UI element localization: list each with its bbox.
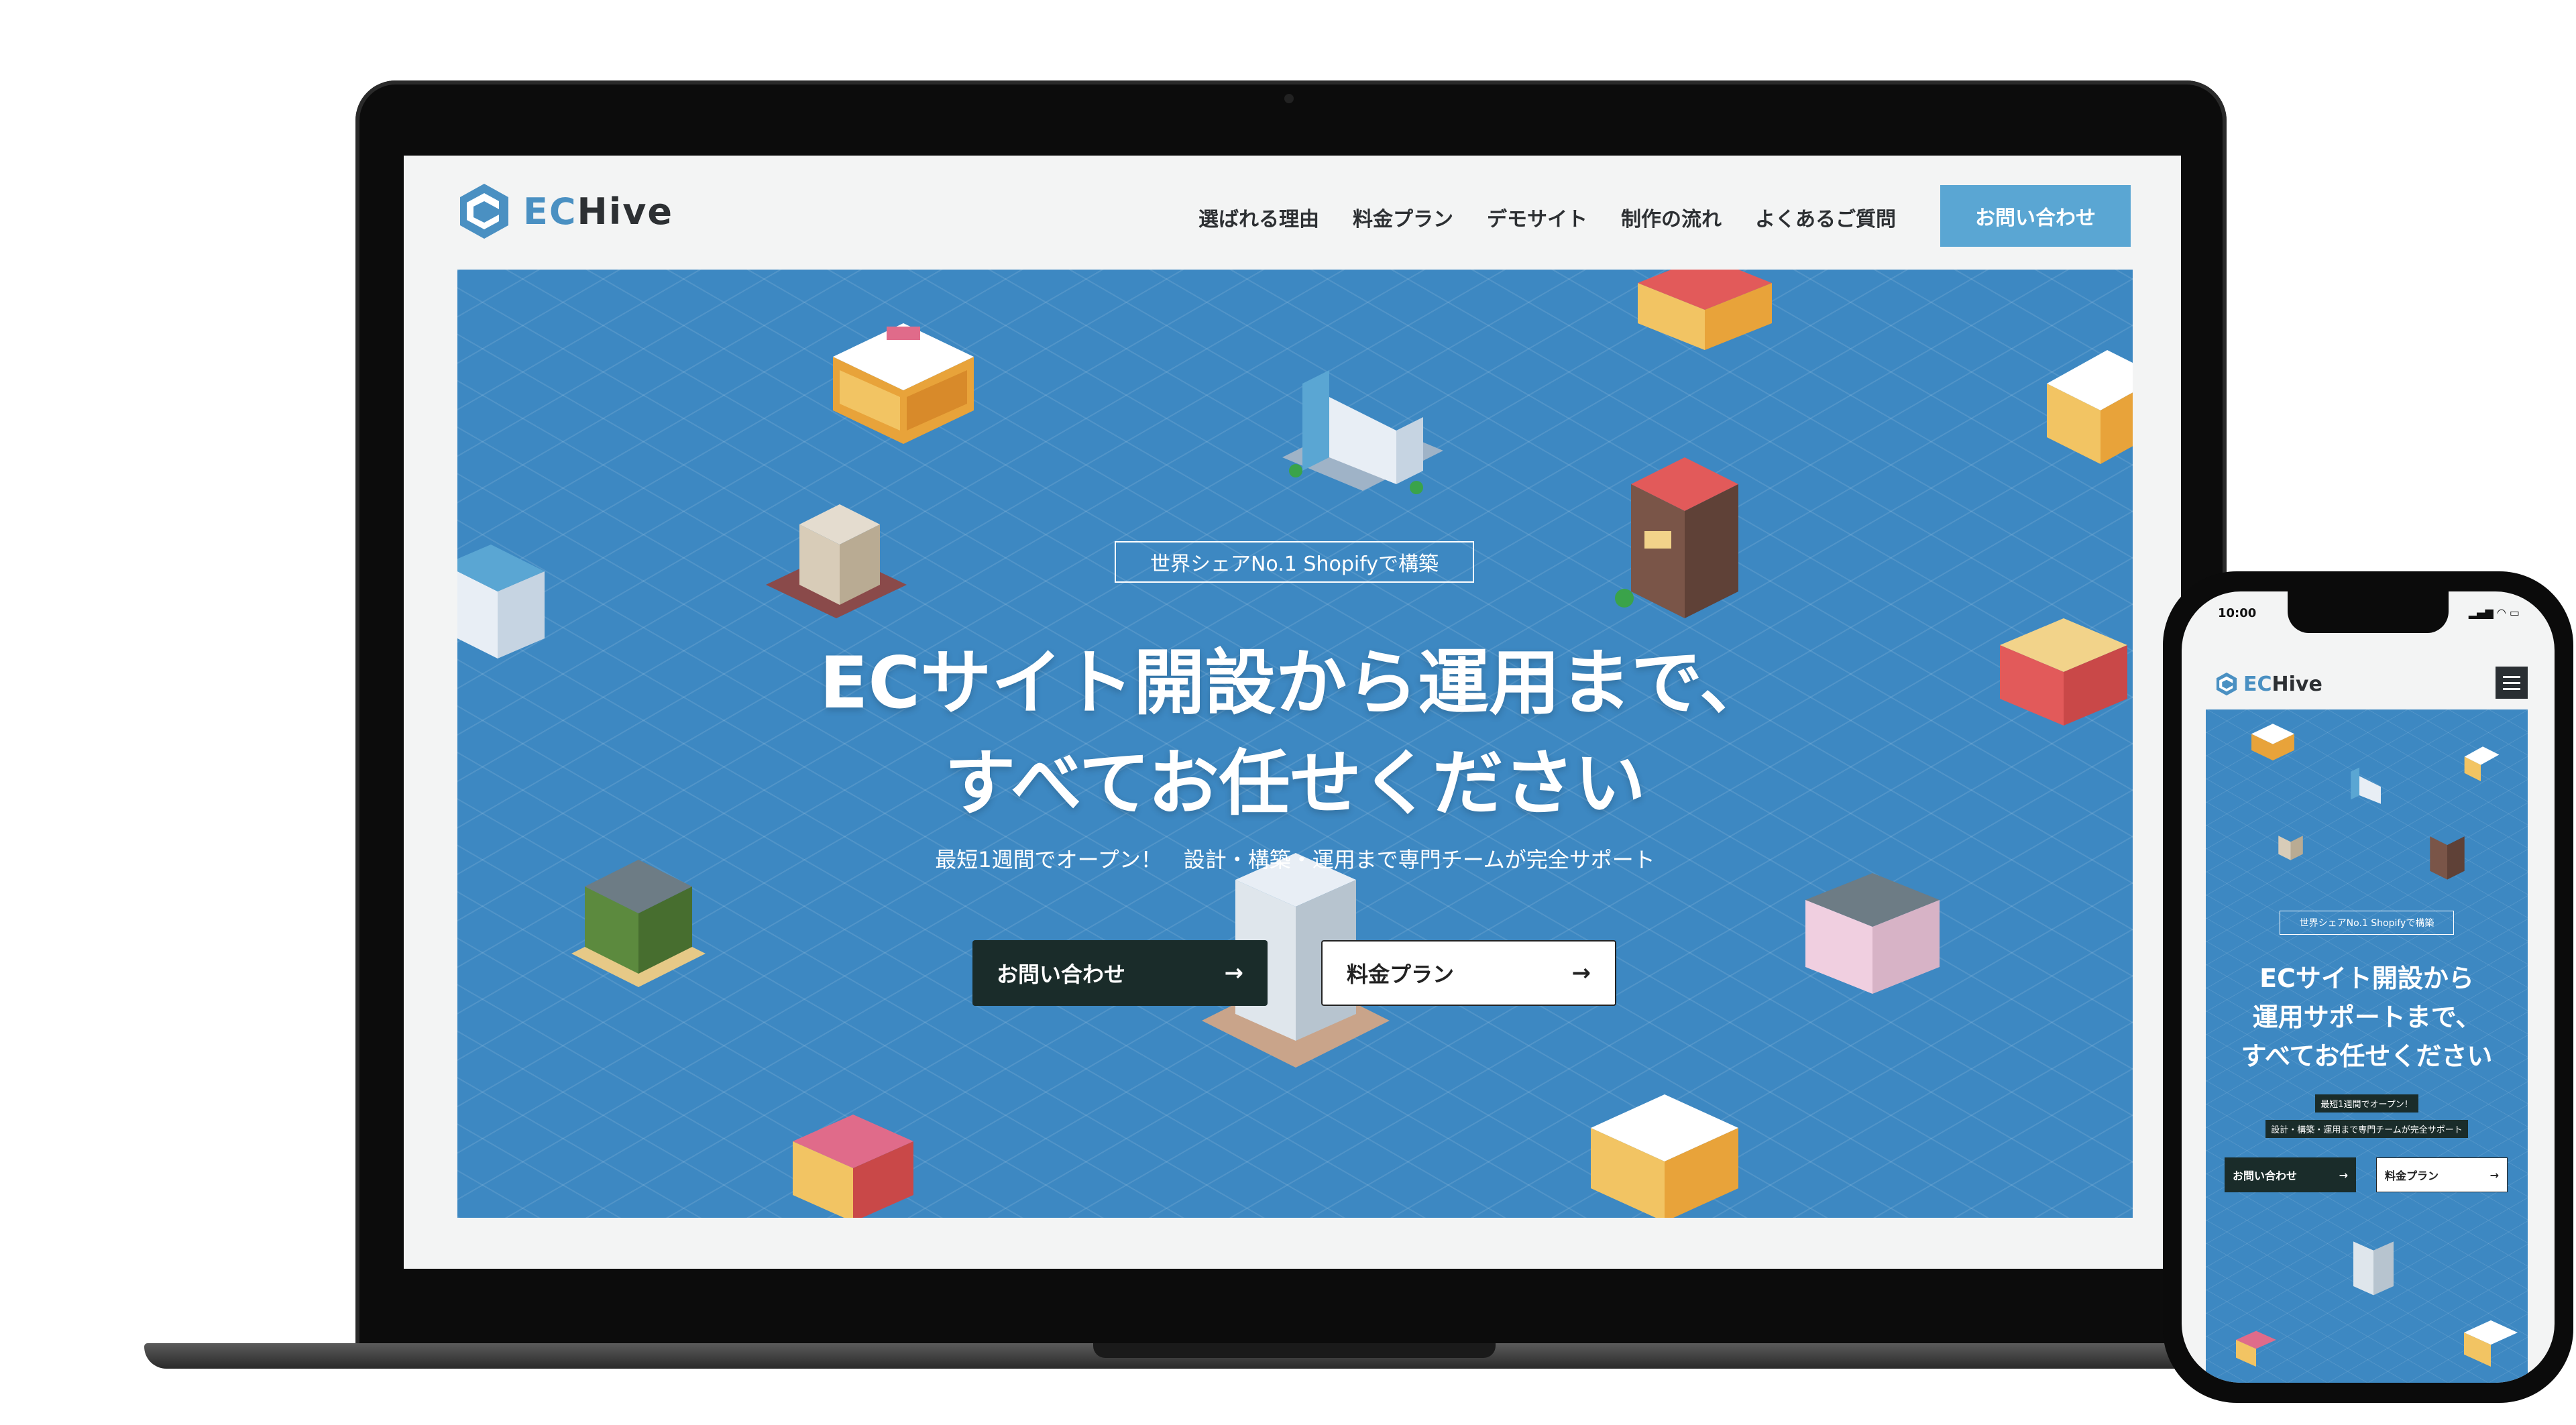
mobile-hero-badge: 世界シェアNo.1 Shopifyで構築: [2280, 911, 2454, 935]
hamburger-menu-icon[interactable]: [2496, 667, 2528, 699]
shop-illustration-top: [1638, 270, 1772, 350]
main-navigation: 選ばれる理由 料金プラン デモサイト 制作の流れ よくあるご質問: [1198, 203, 1896, 232]
nav-item-demo[interactable]: デモサイト: [1487, 203, 1587, 232]
phone-notch: [2288, 591, 2449, 633]
mobile-pricing-button[interactable]: 料金プラン →: [2376, 1157, 2508, 1192]
site-header: ECHive 選ばれる理由 料金プラン デモサイト 制作の流れ よくあるご質問 …: [404, 156, 2181, 270]
laptop-frame: ECHive 選ばれる理由 料金プラン デモサイト 制作の流れ よくあるご質問 …: [355, 80, 2227, 1355]
arrow-right-icon: →: [2339, 1168, 2348, 1182]
hero-section: 世界シェアNo.1 Shopifyで構築 ECサイト開設から運用まで、 すべてお…: [457, 270, 2133, 1218]
arrow-right-icon: →: [1224, 960, 1244, 986]
tower-illustration: [2353, 1241, 2394, 1296]
mobile-logo-ec: EC: [2243, 672, 2272, 696]
nav-item-flow[interactable]: 制作の流れ: [1621, 203, 1722, 232]
status-bar-icons: ▂▄▆ ◠ ▭: [2468, 606, 2520, 619]
hero-pricing-button-label: 料金プラン: [1347, 962, 1455, 987]
nav-item-reasons[interactable]: 選ばれる理由: [1198, 203, 1319, 232]
logo-ec: EC: [523, 190, 577, 233]
site-logo-text: ECHive: [523, 190, 673, 233]
mobile-hero-subtext-line2-text: 設計・構築・運用まで専門チームが完全サポート: [2265, 1120, 2468, 1138]
yellow-shop-illustration-bottom: [2464, 1320, 2518, 1367]
mobile-site-logo[interactable]: ECHive: [2215, 672, 2322, 696]
status-bar-time: 10:00: [2218, 606, 2257, 620]
mobile-logo-hive: Hive: [2272, 672, 2322, 696]
site-logo[interactable]: ECHive: [457, 182, 673, 240]
mobile-hero-subtext-line1-text: 最短1週間でオープン！: [2315, 1094, 2418, 1113]
shop-illustration: [833, 323, 974, 444]
header-contact-button[interactable]: お問い合わせ: [1940, 185, 2131, 247]
mobile-pricing-button-label: 料金プラン: [2385, 1170, 2439, 1182]
cafe-illustration: [766, 504, 907, 618]
hero-badge: 世界シェアNo.1 Shopifyで構築: [1115, 541, 1474, 583]
nav-item-faq[interactable]: よくあるご質問: [1755, 203, 1896, 232]
laptop-hinge-notch: [1093, 1343, 1496, 1358]
cafe-illustration: [2278, 836, 2303, 860]
shop-illustration-right: [2047, 350, 2133, 464]
red-shop-illustration-bottom: [2236, 1330, 2276, 1367]
hero-headline-line2: すべてお任せください: [944, 742, 1646, 825]
mobile-hero-headline-line3: すべてお任せください: [2241, 1041, 2493, 1071]
laptop-screen: ECHive 選ばれる理由 料金プラン デモサイト 制作の流れ よくあるご質問 …: [404, 156, 2181, 1269]
red-shop-illustration-bottom: [793, 1115, 913, 1218]
pink-shop-illustration: [1805, 873, 1940, 994]
nav-item-pricing[interactable]: 料金プラン: [1353, 203, 1453, 232]
phone-screen: 10:00 ▂▄▆ ◠ ▭ ECHive 世界シェアNo.1 Shopifyで構…: [2182, 591, 2555, 1383]
yellow-shop-illustration-bottom: [1591, 1094, 1738, 1218]
mobile-hero-subtext-line1: 最短1週間でオープン！: [2206, 1094, 2528, 1113]
mobile-contact-button[interactable]: お問い合わせ →: [2225, 1157, 2356, 1192]
laptop-camera: [1284, 94, 1294, 103]
logo-hive: Hive: [577, 190, 674, 233]
shop-illustration: [2251, 724, 2294, 760]
arrow-right-icon: →: [1571, 960, 1591, 986]
hero-headline-line1: ECサイト開設から運用まで、: [820, 642, 1771, 724]
phone-frame: 10:00 ▂▄▆ ◠ ▭ ECHive 世界シェアNo.1 Shopifyで構…: [2163, 571, 2573, 1403]
shop-illustration-right: [2464, 746, 2500, 781]
hero-contact-button-label: お問い合わせ: [997, 962, 1126, 987]
hexagon-e-logo-icon: [2216, 672, 2237, 696]
mobile-hero-subtext-line2: 設計・構築・運用まで専門チームが完全サポート: [2206, 1120, 2528, 1138]
arrow-right-icon: →: [2489, 1168, 2499, 1182]
mobile-contact-button-label: お問い合わせ: [2233, 1170, 2298, 1182]
mobile-hero-section: 世界シェアNo.1 Shopifyで構築 ECサイト開設から 運用サポートまで、…: [2206, 709, 2528, 1383]
coffee-shop-illustration: [2430, 836, 2465, 880]
hero-contact-button[interactable]: お問い合わせ →: [972, 940, 1268, 1006]
coffee-shop-illustration: [1615, 457, 1738, 618]
mobile-hero-headline-line2: 運用サポートまで、: [2252, 1003, 2481, 1032]
hexagon-e-logo-icon: [460, 184, 508, 239]
mobile-hero-headline-line1: ECサイト開設から: [2259, 964, 2474, 993]
hero-subtext: 最短1週間でオープン！ 設計・構築・運用まで専門チームが完全サポート: [935, 847, 1655, 872]
mobile-site-logo-text: ECHive: [2243, 673, 2322, 696]
hero-pricing-button[interactable]: 料金プラン →: [1321, 940, 1616, 1006]
office-illustration: [1282, 370, 1443, 494]
office-illustration: [2351, 767, 2381, 804]
